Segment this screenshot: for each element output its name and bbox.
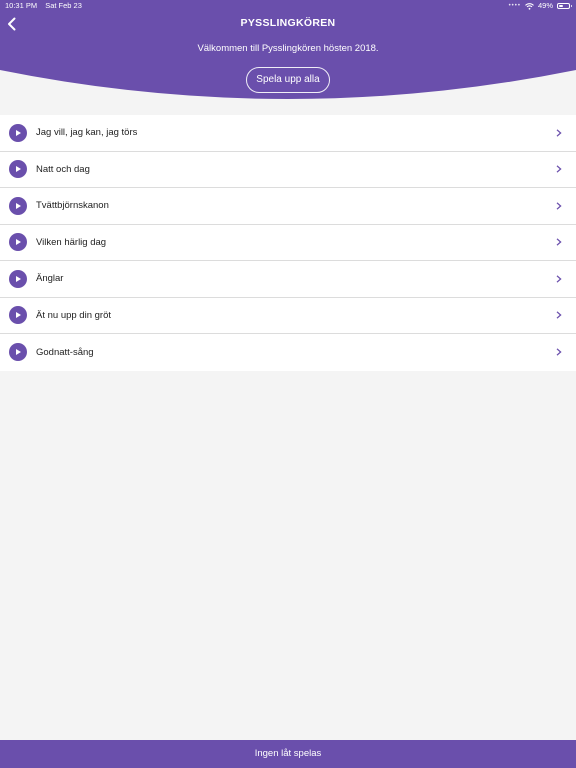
song-title: Vilken härlig dag <box>36 236 107 248</box>
now-playing-bar[interactable]: Ingen låt spelas <box>0 740 576 768</box>
now-playing-text: Ingen låt spelas <box>254 748 322 759</box>
welcome-text: Välkommen till Pysslingkören hösten 2018… <box>197 43 379 54</box>
list-item[interactable]: Tvättbjörnskanon <box>0 188 576 225</box>
wifi-icon <box>525 2 534 10</box>
status-date: Sat Feb 23 <box>45 1 82 10</box>
list-item[interactable]: Natt och dag <box>0 151 576 188</box>
list-item[interactable]: Ät nu upp din gröt <box>0 297 576 334</box>
battery-level <box>559 5 564 7</box>
song-title: Jag vill, jag kan, jag törs <box>36 127 138 139</box>
status-time: 10:31 PM <box>5 1 38 10</box>
chevron-right-icon <box>556 275 562 283</box>
signal-dots-icon: •••• <box>508 3 521 9</box>
list-item[interactable]: Vilken härlig dag <box>0 224 576 261</box>
play-all-button[interactable]: Spela upp alla <box>246 67 330 93</box>
play-icon[interactable] <box>9 306 27 325</box>
song-title: Änglar <box>36 273 64 285</box>
song-title: Natt och dag <box>36 163 90 175</box>
play-icon[interactable] <box>9 343 27 362</box>
chevron-right-icon <box>556 165 562 173</box>
play-icon[interactable] <box>9 196 27 215</box>
song-title: Tvättbjörnskanon <box>36 200 109 212</box>
chevron-right-icon <box>556 202 562 210</box>
play-icon[interactable] <box>9 160 27 179</box>
battery-icon <box>557 3 572 9</box>
status-bar: 10:31 PM Sat Feb 23 •••• 49% <box>0 0 576 12</box>
chevron-right-icon <box>556 311 562 319</box>
page-title: PYSSLINGKÖREN <box>240 17 336 29</box>
play-icon[interactable] <box>9 269 27 288</box>
song-title: Ät nu upp din gröt <box>36 309 111 321</box>
list-item[interactable]: Änglar <box>0 261 576 298</box>
play-icon[interactable] <box>9 123 27 142</box>
header: 10:31 PM Sat Feb 23 •••• 49% PYSSLINGKÖR… <box>0 0 576 112</box>
list-item[interactable]: Jag vill, jag kan, jag törs <box>0 115 576 152</box>
song-list: Jag vill, jag kan, jag törs Natt och dag… <box>0 115 576 371</box>
list-item[interactable]: Godnatt-sång <box>0 334 576 371</box>
play-icon[interactable] <box>9 233 27 252</box>
chevron-right-icon <box>556 129 562 137</box>
battery-percent: 49% <box>537 1 553 10</box>
song-title: Godnatt-sång <box>36 346 94 358</box>
chevron-right-icon <box>556 238 562 246</box>
chevron-right-icon <box>556 348 562 356</box>
